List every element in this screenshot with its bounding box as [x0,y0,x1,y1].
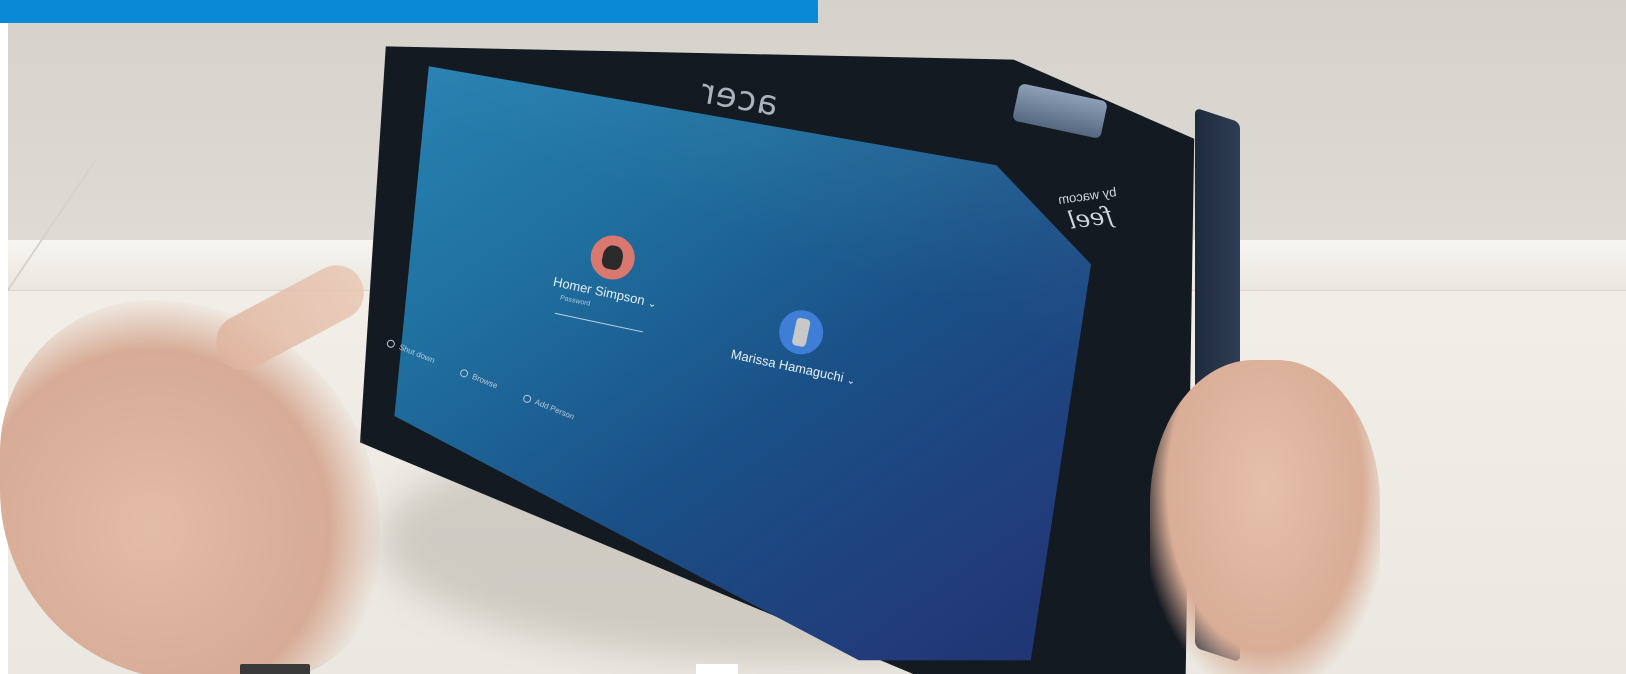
avatar[interactable] [774,306,827,359]
right-hand [1150,360,1380,674]
video-control-fragment [240,664,310,674]
browse-icon [458,367,470,379]
tablet-device: acer by wacom feel Homer Simpson⌄ Passwo… [360,20,1260,674]
power-icon [385,338,397,349]
pen-brand-logo: by wacom feel [1057,184,1121,236]
video-control-fragment-2 [696,664,738,674]
left-edge-strip [0,0,8,674]
add-person-icon [521,392,533,404]
photo-scene: acer by wacom feel Homer Simpson⌄ Passwo… [0,0,1626,674]
avatar[interactable] [586,231,639,284]
